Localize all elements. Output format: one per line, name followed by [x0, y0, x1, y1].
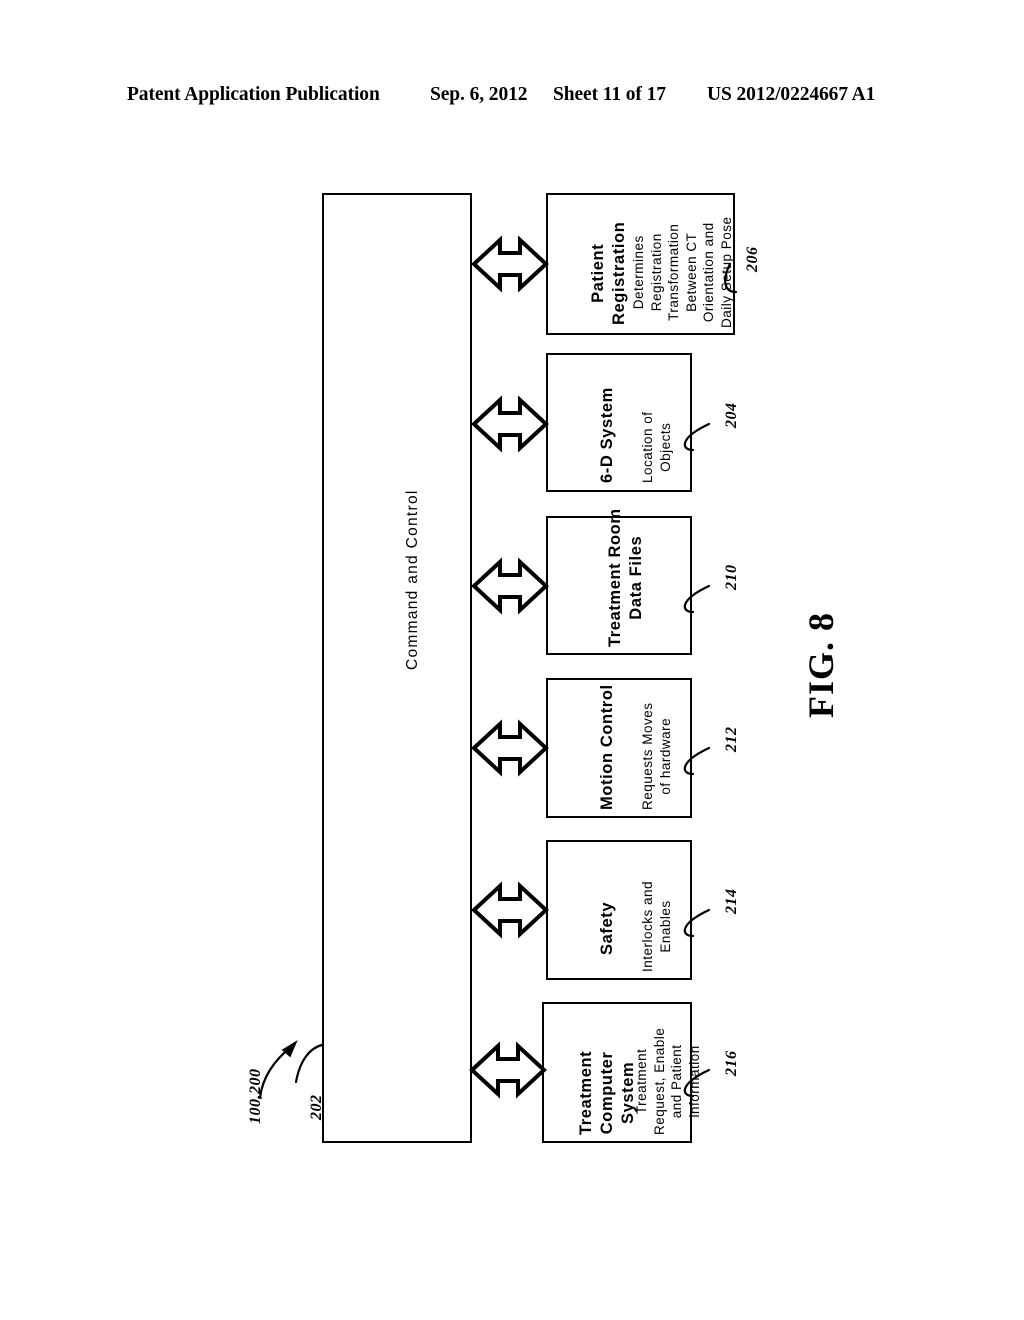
bidirectional-arrow-to-216 [469, 1041, 547, 1099]
patent-figure-8: Command and Control Patient Registration… [0, 0, 1024, 1320]
leader-line-202 [294, 1043, 324, 1084]
command-and-control-label: Command and Control [404, 489, 421, 670]
module-desc-motion-control: Requests Moves of hardware [640, 702, 673, 810]
figure-caption: FIG. 8 [801, 611, 841, 718]
system-pointer-arrow [258, 1039, 298, 1100]
reference-numeral-206: 206 [744, 246, 761, 273]
module-title-patient-registration: Patient Registration [589, 221, 629, 325]
reference-numeral-100-200: 100,200 [247, 1068, 264, 1125]
reference-numeral-216: 216 [723, 1050, 740, 1077]
bidirectional-arrow-to-212 [471, 719, 549, 777]
module-title-safety: Safety [598, 901, 616, 955]
bidirectional-arrow-to-210 [471, 557, 549, 615]
reference-numeral-212: 212 [723, 726, 740, 753]
reference-numeral-210: 210 [723, 564, 740, 591]
bidirectional-arrow-to-204 [471, 395, 549, 453]
module-title-treatment-room-data-files: Treatment Room Data Files [606, 508, 646, 647]
module-desc-treatment-computer-system: Treatment Request, Enable and Patient in… [634, 1027, 702, 1135]
reference-numeral-204: 204 [723, 402, 740, 429]
module-desc-patient-registration: Determines Registration Transformation B… [631, 216, 734, 328]
bidirectional-arrow-to-206 [471, 235, 549, 293]
command-and-control-block [322, 193, 472, 1143]
figure-connectors-overlay [258, 235, 738, 1100]
module-title-treatment-computer-system: Treatment Computer System [577, 1050, 638, 1135]
bidirectional-arrow-to-214 [471, 881, 549, 939]
module-desc-6d-system: Location of Objects [640, 411, 673, 483]
module-title-6d-system: 6-D System [598, 387, 616, 483]
reference-numeral-214: 214 [723, 888, 740, 915]
reference-numeral-202: 202 [308, 1094, 325, 1121]
module-title-motion-control: Motion Control [598, 684, 616, 810]
module-desc-safety: Interlocks and Enables [640, 880, 673, 972]
